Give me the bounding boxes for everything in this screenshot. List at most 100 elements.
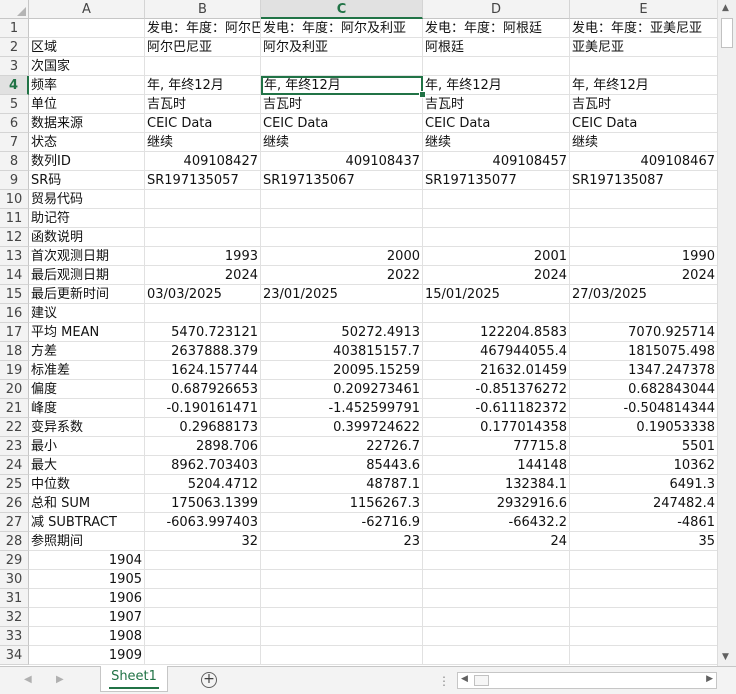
cell-d16[interactable] [423, 304, 570, 323]
cell-b3[interactable] [145, 57, 261, 76]
cell-d31[interactable] [423, 589, 570, 608]
cell-e15[interactable]: 27/03/2025 [570, 285, 717, 304]
cell-d15[interactable]: 15/01/2025 [423, 285, 570, 304]
scroll-up-arrow-icon[interactable]: ▲ [722, 3, 729, 13]
cell-c1[interactable]: 发电：年度：阿尔及利亚 [261, 19, 423, 38]
sheet-tab[interactable]: Sheet1 [100, 666, 168, 692]
cell-e32[interactable] [570, 608, 717, 627]
row-header-26[interactable]: 26 [0, 494, 29, 513]
cell-a14[interactable]: 最后观测日期 [29, 266, 145, 285]
cell-a19[interactable]: 标准差 [29, 361, 145, 380]
cell-b29[interactable] [145, 551, 261, 570]
row-header-22[interactable]: 22 [0, 418, 29, 437]
cell-d11[interactable] [423, 209, 570, 228]
cell-c3[interactable] [261, 57, 423, 76]
cell-a3[interactable]: 次国家 [29, 57, 145, 76]
cell-d9[interactable]: SR197135077 [423, 171, 570, 190]
row-header-28[interactable]: 28 [0, 532, 29, 551]
cell-c7[interactable]: 继续 [261, 133, 423, 152]
row-header-33[interactable]: 33 [0, 627, 29, 646]
cell-b10[interactable] [145, 190, 261, 209]
cell-e24[interactable]: 10362 [570, 456, 717, 475]
cell-d19[interactable]: 21632.01459 [423, 361, 570, 380]
cell-e31[interactable] [570, 589, 717, 608]
row-header-14[interactable]: 14 [0, 266, 29, 285]
cell-a7[interactable]: 状态 [29, 133, 145, 152]
cell-a11[interactable]: 助记符 [29, 209, 145, 228]
cell-c19[interactable]: 20095.15259 [261, 361, 423, 380]
cell-b7[interactable]: 继续 [145, 133, 261, 152]
cell-d18[interactable]: 467944055.4 [423, 342, 570, 361]
row-header-7[interactable]: 7 [0, 133, 29, 152]
cell-b1[interactable]: 发电：年度：阿尔巴尼亚 [145, 19, 261, 38]
cell-b19[interactable]: 1624.157744 [145, 361, 261, 380]
cell-b14[interactable]: 2024 [145, 266, 261, 285]
cell-c4[interactable]: 年, 年终12月 [261, 76, 423, 95]
cell-b27[interactable]: -6063.997403 [145, 513, 261, 532]
cell-a22[interactable]: 变异系数 [29, 418, 145, 437]
cell-b13[interactable]: 1993 [145, 247, 261, 266]
cell-d26[interactable]: 2932916.6 [423, 494, 570, 513]
row-header-9[interactable]: 9 [0, 171, 29, 190]
cell-d3[interactable] [423, 57, 570, 76]
cell-b5[interactable]: 吉瓦时 [145, 95, 261, 114]
cell-b25[interactable]: 5204.4712 [145, 475, 261, 494]
cell-a21[interactable]: 峰度 [29, 399, 145, 418]
cell-d6[interactable]: CEIC Data [423, 114, 570, 133]
row-header-25[interactable]: 25 [0, 475, 29, 494]
scroll-right-arrow-icon[interactable]: ▶ [706, 674, 713, 684]
row-header-3[interactable]: 3 [0, 57, 29, 76]
cell-d13[interactable]: 2001 [423, 247, 570, 266]
cell-e28[interactable]: 35 [570, 532, 717, 551]
row-header-21[interactable]: 21 [0, 399, 29, 418]
cell-e8[interactable]: 409108467 [570, 152, 717, 171]
row-header-8[interactable]: 8 [0, 152, 29, 171]
cell-c6[interactable]: CEIC Data [261, 114, 423, 133]
cell-a20[interactable]: 偏度 [29, 380, 145, 399]
cell-a17[interactable]: 平均 MEAN [29, 323, 145, 342]
cell-e14[interactable]: 2024 [570, 266, 717, 285]
cell-b32[interactable] [145, 608, 261, 627]
cell-d17[interactable]: 122204.8583 [423, 323, 570, 342]
cell-e25[interactable]: 6491.3 [570, 475, 717, 494]
cell-c26[interactable]: 1156267.3 [261, 494, 423, 513]
cell-c31[interactable] [261, 589, 423, 608]
cell-c34[interactable] [261, 646, 423, 665]
row-header-31[interactable]: 31 [0, 589, 29, 608]
cell-a18[interactable]: 方差 [29, 342, 145, 361]
scroll-down-arrow-icon[interactable]: ▼ [722, 652, 729, 662]
cell-d27[interactable]: -66432.2 [423, 513, 570, 532]
cell-a32[interactable]: 1907 [29, 608, 145, 627]
row-header-17[interactable]: 17 [0, 323, 29, 342]
cell-a8[interactable]: 数列ID [29, 152, 145, 171]
cell-b8[interactable]: 409108427 [145, 152, 261, 171]
cell-a4[interactable]: 频率 [29, 76, 145, 95]
cell-a33[interactable]: 1908 [29, 627, 145, 646]
cell-d32[interactable] [423, 608, 570, 627]
cell-b2[interactable]: 阿尔巴尼亚 [145, 38, 261, 57]
horizontal-scroll-thumb[interactable] [474, 675, 489, 686]
horizontal-scrollbar[interactable]: ◀ ▶ [457, 672, 717, 689]
cell-d10[interactable] [423, 190, 570, 209]
spreadsheet-grid[interactable]: ABCDE 1 发电：年度：阿尔巴尼亚发电：年度：阿尔及利亚发电：年度：阿根廷发电：… [0, 0, 717, 666]
cell-d30[interactable] [423, 570, 570, 589]
cell-e19[interactable]: 1347.247378 [570, 361, 717, 380]
row-header-1[interactable]: 1 [0, 19, 29, 38]
row-header-11[interactable]: 11 [0, 209, 29, 228]
cell-a6[interactable]: 数据来源 [29, 114, 145, 133]
cell-e4[interactable]: 年, 年终12月 [570, 76, 717, 95]
cell-c12[interactable] [261, 228, 423, 247]
column-header-d[interactable]: D [423, 0, 570, 19]
cell-a1[interactable] [29, 19, 145, 38]
cell-e10[interactable] [570, 190, 717, 209]
row-header-24[interactable]: 24 [0, 456, 29, 475]
cell-d7[interactable]: 继续 [423, 133, 570, 152]
row-header-10[interactable]: 10 [0, 190, 29, 209]
tab-split-handle[interactable]: ⋮ [438, 674, 450, 688]
row-header-2[interactable]: 2 [0, 38, 29, 57]
cell-b23[interactable]: 2898.706 [145, 437, 261, 456]
cell-a2[interactable]: 区域 [29, 38, 145, 57]
cell-d22[interactable]: 0.177014358 [423, 418, 570, 437]
cell-c28[interactable]: 23 [261, 532, 423, 551]
row-header-16[interactable]: 16 [0, 304, 29, 323]
